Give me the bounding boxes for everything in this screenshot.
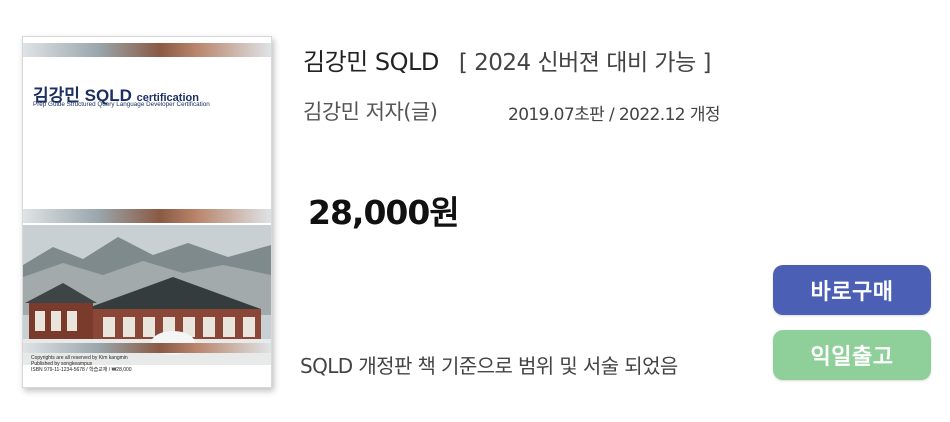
buy-now-button[interactable]: 바로구매 (773, 265, 931, 315)
cover-copyright-line: ISBN 979-11-1234-5678 / 학습교재 / ₩28,000 (31, 367, 132, 373)
book-title-text: 김강민 SQLD (303, 48, 439, 76)
cover-stripe-top (23, 43, 271, 57)
next-day-delivery-button[interactable]: 익일출고 (773, 330, 931, 380)
cover-stripe-middle (23, 209, 271, 223)
book-title[interactable]: 김강민 SQLD [ 2024 신버젼 대비 가능 ] (303, 42, 712, 77)
book-price: 28,000원 (308, 193, 460, 232)
book-cover[interactable]: 김강민 SQLD certification Prep Guide Struct… (22, 36, 272, 388)
cover-stripe-bottom (23, 343, 271, 353)
book-author: 김강민 저자(글) (303, 100, 438, 124)
cover-subtitle: Prep Guide Structured Query Language Dev… (33, 101, 210, 108)
edition-note: [ 2024 신버젼 대비 가능 ] (458, 50, 712, 76)
cover-copyright: Copyrights are all reserved by Kim kangm… (31, 355, 132, 373)
book-description: SQLD 개정판 책 기준으로 범위 및 서술 되었음 (300, 354, 678, 378)
publication-dates: 2019.07초판 / 2022.12 개정 (508, 105, 721, 125)
